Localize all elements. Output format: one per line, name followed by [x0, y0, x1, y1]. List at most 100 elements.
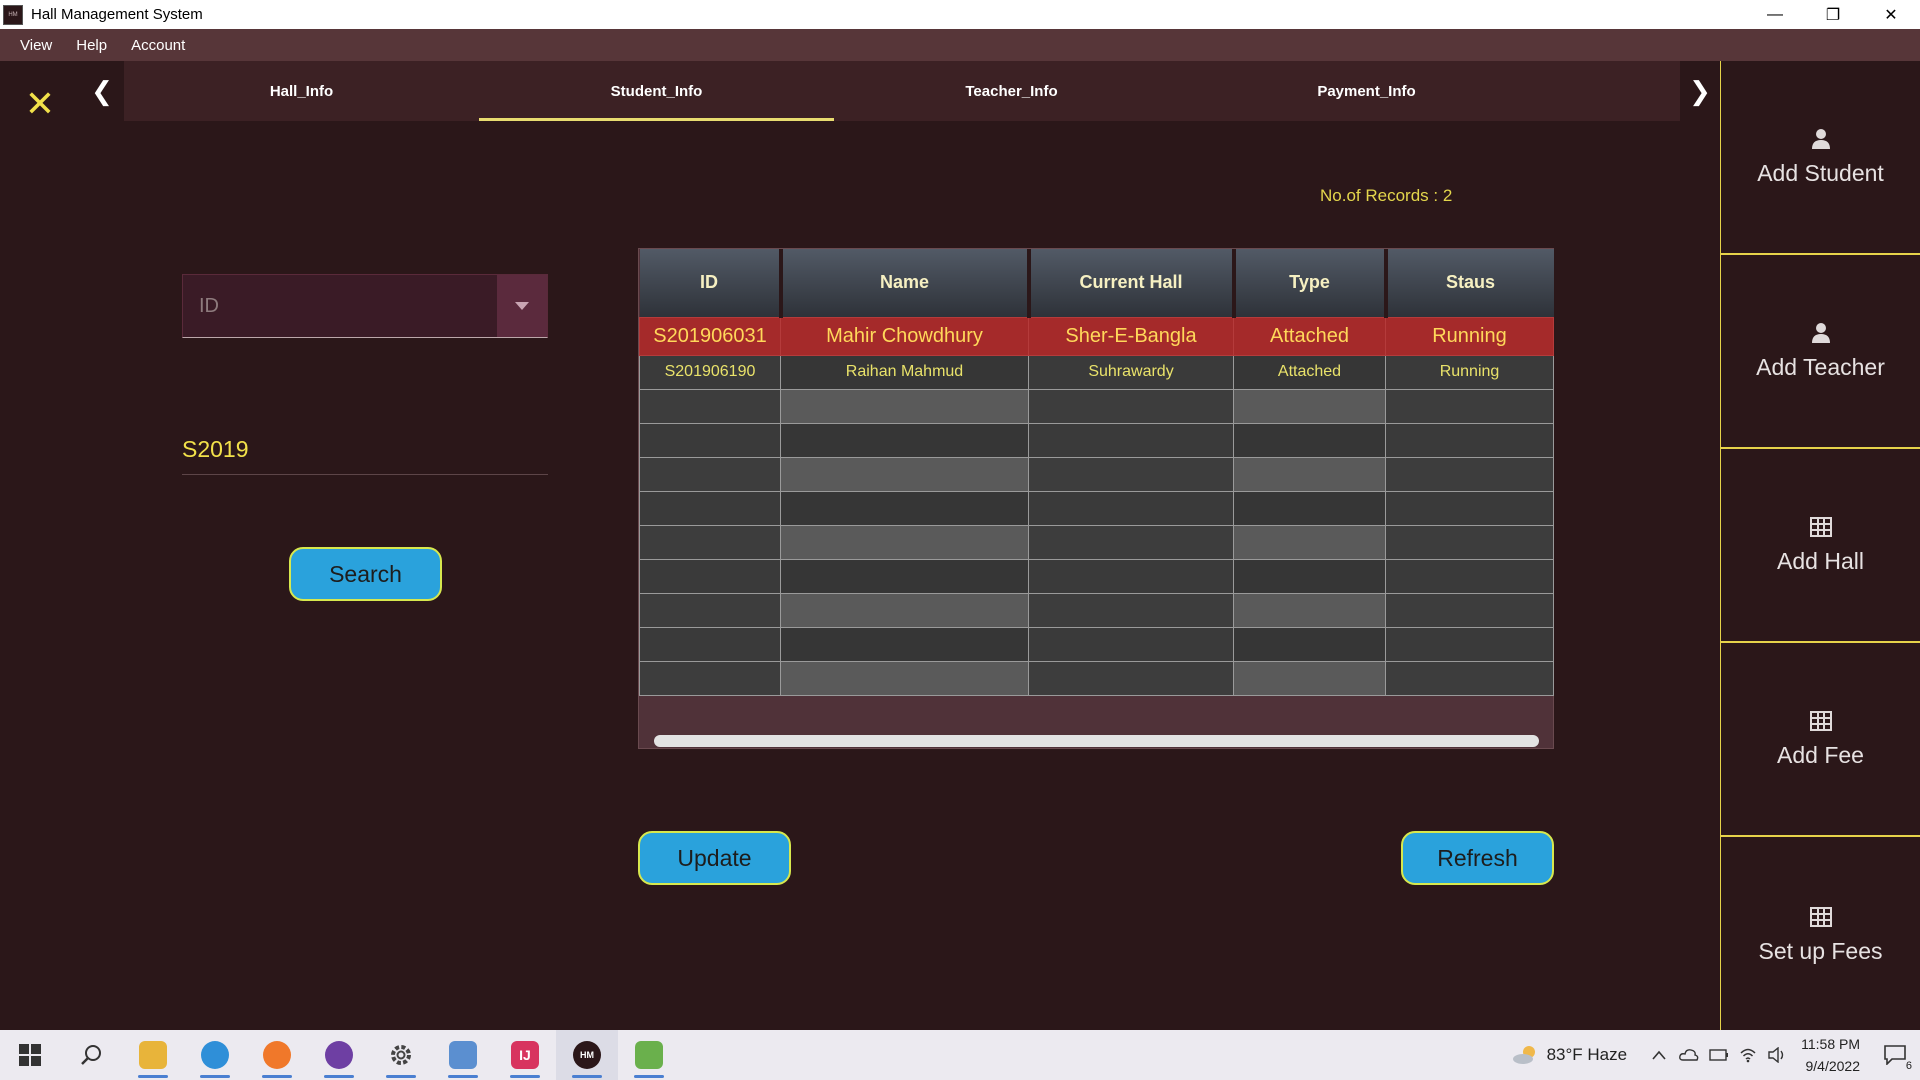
dropdown-button[interactable] [497, 275, 547, 337]
cell-current-hall: Sher-E-Bangla [1028, 316, 1234, 356]
column-header-id[interactable]: ID [639, 249, 783, 317]
notification-icon [1884, 1045, 1906, 1065]
minimize-button[interactable]: — [1746, 0, 1804, 29]
system-tray: 83°F Haze 11:58 PM 9/4/2022 6 [1511, 1030, 1920, 1080]
media-app-button[interactable] [432, 1030, 494, 1080]
search-button[interactable]: Search [289, 547, 442, 601]
clock-time: 11:58 PM [1801, 1036, 1860, 1052]
firefox-icon [263, 1041, 291, 1069]
scene-builder-button[interactable] [618, 1030, 680, 1080]
add-student-label: Add Student [1757, 159, 1884, 186]
search-field-select[interactable]: ID [182, 274, 548, 338]
battery-icon[interactable] [1709, 1049, 1729, 1061]
column-header-current-hall[interactable]: Current Hall [1028, 249, 1236, 317]
column-header-type[interactable]: Type [1233, 249, 1388, 317]
folder-icon [139, 1041, 167, 1069]
file-explorer-button[interactable] [122, 1030, 184, 1080]
horizontal-scrollbar[interactable] [654, 735, 1539, 747]
refresh-button[interactable]: Refresh [1401, 831, 1554, 885]
title-bar: HM Hall Management System — ❐ ✕ [0, 0, 1920, 29]
firefox-button[interactable] [246, 1030, 308, 1080]
cell-name: Mahir Chowdhury [780, 316, 1029, 356]
add-fee-label: Add Fee [1777, 741, 1864, 768]
clock[interactable]: 11:58 PM 9/4/2022 [1801, 1033, 1860, 1077]
start-button[interactable] [0, 1030, 60, 1080]
edge-button[interactable] [184, 1030, 246, 1080]
table-row[interactable]: S201906031 Mahir Chowdhury Sher-E-Bangla… [639, 316, 1554, 356]
add-hall-button[interactable]: Add Hall [1720, 449, 1920, 643]
tab-bar: Hall_Info Student_Info Teacher_Info Paym… [124, 61, 1680, 121]
records-count: No.of Records : 2 [1320, 186, 1453, 205]
scene-builder-icon [635, 1041, 663, 1069]
tab-student-info[interactable]: Student_Info [479, 61, 834, 121]
search-input-wrapper [182, 425, 548, 475]
wifi-icon[interactable] [1739, 1047, 1757, 1063]
table-icon [1809, 907, 1832, 927]
app-icon: HM [3, 4, 23, 25]
table-icon [1809, 516, 1832, 537]
table-row[interactable] [639, 558, 1554, 594]
chevron-up-icon[interactable] [1651, 1049, 1667, 1061]
hall-app-icon: HM [573, 1041, 601, 1069]
table-row[interactable] [639, 456, 1554, 492]
table-row[interactable]: S201906190 Raihan Mahmud Suhrawardy Atta… [639, 354, 1554, 390]
search-icon [81, 1045, 101, 1065]
table-row[interactable] [639, 388, 1554, 424]
window-title: Hall Management System [31, 6, 203, 23]
hall-management-taskbar-button[interactable]: HM [556, 1030, 618, 1080]
action-sidebar: Add Student Add Teacher Add Hall Add Fee… [1720, 61, 1920, 1034]
gear-icon [391, 1045, 411, 1065]
weather-text[interactable]: 83°F Haze [1547, 1045, 1628, 1065]
cell-id: S201906031 [639, 316, 781, 356]
table-icon [1809, 710, 1832, 731]
chevron-down-icon [515, 302, 529, 310]
set-up-fees-button[interactable]: Set up Fees [1720, 837, 1920, 1034]
tab-hall-info[interactable]: Hall_Info [124, 61, 479, 121]
add-teacher-button[interactable]: Add Teacher [1720, 255, 1920, 449]
chevron-right-icon[interactable]: ❯ [1680, 61, 1720, 121]
windows-icon [19, 1044, 41, 1066]
media-icon [449, 1041, 477, 1069]
add-fee-button[interactable]: Add Fee [1720, 643, 1920, 837]
window-controls: — ❐ ✕ [1746, 0, 1920, 29]
volume-icon[interactable] [1767, 1047, 1787, 1063]
menu-account[interactable]: Account [119, 37, 197, 54]
cell-id: S201906190 [639, 354, 781, 390]
cell-type: Attached [1233, 316, 1386, 356]
close-window-button[interactable]: ✕ [1862, 0, 1920, 29]
restore-button[interactable]: ❐ [1804, 0, 1862, 29]
table-row[interactable] [639, 626, 1554, 662]
intellij-button[interactable]: IJ [494, 1030, 556, 1080]
menu-help[interactable]: Help [64, 37, 119, 54]
table-row[interactable] [639, 592, 1554, 628]
tab-payment-info[interactable]: Payment_Info [1189, 61, 1544, 121]
column-header-name[interactable]: Name [780, 249, 1031, 317]
table-row[interactable] [639, 660, 1554, 696]
clock-date: 9/4/2022 [1805, 1058, 1861, 1074]
set-up-fees-label: Set up Fees [1758, 938, 1883, 964]
cell-type: Attached [1233, 354, 1386, 390]
cloud-icon[interactable] [1679, 1048, 1699, 1062]
intellij-icon: IJ [511, 1041, 539, 1069]
update-button[interactable]: Update [638, 831, 791, 885]
chevron-left-icon[interactable]: ❮ [82, 61, 122, 121]
weather-icon [1512, 1046, 1535, 1064]
close-icon[interactable]: ✕ [22, 86, 58, 122]
taskbar-search-button[interactable] [60, 1030, 122, 1080]
settings-button[interactable] [370, 1030, 432, 1080]
github-desktop-button[interactable] [308, 1030, 370, 1080]
column-header-status[interactable]: Staus [1385, 249, 1554, 317]
user-icon [1811, 322, 1830, 343]
search-input[interactable] [182, 425, 548, 473]
menu-view[interactable]: View [8, 37, 64, 54]
table-row[interactable] [639, 490, 1554, 526]
add-student-button[interactable]: Add Student [1720, 61, 1920, 255]
table-row[interactable] [639, 422, 1554, 458]
tab-teacher-info[interactable]: Teacher_Info [834, 61, 1189, 121]
taskbar: IJ HM 83°F Haze 11:58 PM 9/4/2022 6 [0, 1030, 1920, 1080]
notifications-button[interactable]: 6 [1870, 1030, 1920, 1080]
table-row[interactable] [639, 524, 1554, 560]
user-icon [1811, 128, 1830, 149]
student-table: ID Name Current Hall Type Staus S2019060… [638, 248, 1554, 749]
add-hall-label: Add Hall [1777, 547, 1864, 574]
